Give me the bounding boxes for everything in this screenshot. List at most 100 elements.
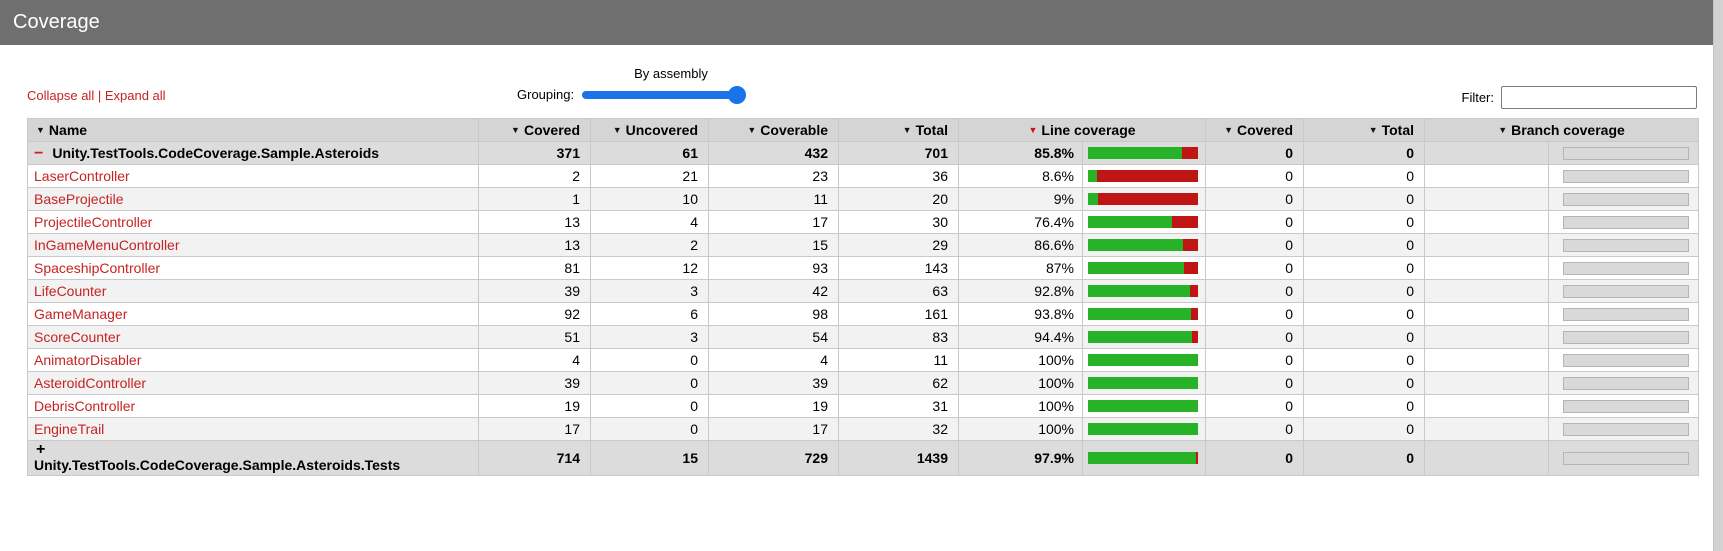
- class-link[interactable]: BaseProjectile: [34, 191, 124, 207]
- class-link[interactable]: EngineTrail: [34, 421, 104, 437]
- grouping-slider[interactable]: [582, 91, 742, 99]
- uncovered-bar-segment: [1098, 193, 1198, 205]
- line-coverage-bar: [1088, 452, 1198, 464]
- branch-coverage-bar: [1563, 262, 1689, 275]
- column-header-branch-coverage[interactable]: ▼Branch coverage: [1425, 119, 1699, 142]
- uncovered-bar-segment: [1192, 331, 1198, 343]
- table-row: AnimatorDisabler40411100%00: [28, 349, 1699, 372]
- line-coverage-bar: [1088, 423, 1198, 435]
- covered-cell: 92: [479, 303, 591, 326]
- line-coverage-percent-cell: 97.9%: [959, 441, 1083, 476]
- filter-control: Filter:: [1462, 86, 1698, 109]
- class-link[interactable]: ScoreCounter: [34, 329, 120, 345]
- branch-total-cell: 0: [1304, 142, 1425, 165]
- branch-coverage-percent-cell: [1425, 188, 1549, 211]
- links-separator: |: [98, 88, 105, 103]
- covered-bar-segment: [1088, 423, 1198, 435]
- column-header-line-coverage[interactable]: ▼Line coverage: [959, 119, 1206, 142]
- branch-total-cell: 0: [1304, 165, 1425, 188]
- line-coverage-bar: [1088, 400, 1198, 412]
- class-link[interactable]: ProjectileController: [34, 214, 152, 230]
- total-cell: 83: [839, 326, 959, 349]
- uncovered-cell: 0: [591, 372, 709, 395]
- filter-input[interactable]: [1501, 86, 1697, 109]
- branch-total-cell: 0: [1304, 326, 1425, 349]
- branch-coverage-percent-cell: [1425, 372, 1549, 395]
- column-header-covered[interactable]: ▼Covered: [479, 119, 591, 142]
- branch-coverage-bar: [1563, 331, 1689, 344]
- branch-coverage-bar-cell: [1549, 211, 1699, 234]
- branch-total-cell: 0: [1304, 257, 1425, 280]
- table-row: BaseProjectile11011209%00: [28, 188, 1699, 211]
- class-link[interactable]: AnimatorDisabler: [34, 352, 141, 368]
- column-header-branch-covered[interactable]: ▼Covered: [1206, 119, 1304, 142]
- class-link[interactable]: InGameMenuController: [34, 237, 180, 253]
- table-row: +Unity.TestTools.CodeCoverage.Sample.Ast…: [28, 441, 1699, 476]
- branch-coverage-bar: [1563, 147, 1689, 160]
- total-cell: 1439: [839, 441, 959, 476]
- line-coverage-bar-cell: [1083, 234, 1206, 257]
- line-coverage-bar-cell: [1083, 372, 1206, 395]
- sort-arrow-icon: ▼: [511, 125, 520, 135]
- expand-row-icon[interactable]: +: [36, 443, 478, 457]
- class-link[interactable]: DebrisController: [34, 398, 135, 414]
- class-link[interactable]: LifeCounter: [34, 283, 106, 299]
- class-link[interactable]: AsteroidController: [34, 375, 146, 391]
- branch-coverage-bar-cell: [1549, 395, 1699, 418]
- branch-covered-cell: 0: [1206, 257, 1304, 280]
- branch-coverage-percent-cell: [1425, 211, 1549, 234]
- uncovered-cell: 0: [591, 349, 709, 372]
- sort-arrow-icon: ▼: [1369, 125, 1378, 135]
- branch-coverage-percent-cell: [1425, 418, 1549, 441]
- name-cell: LaserController: [28, 165, 479, 188]
- line-coverage-bar: [1088, 239, 1198, 251]
- covered-cell: 714: [479, 441, 591, 476]
- branch-coverage-percent-cell: [1425, 142, 1549, 165]
- table-row: InGameMenuController132152986.6%00: [28, 234, 1699, 257]
- uncovered-cell: 0: [591, 418, 709, 441]
- expand-all-link[interactable]: Expand all: [105, 88, 166, 103]
- name-cell: AnimatorDisabler: [28, 349, 479, 372]
- branch-covered-cell: 0: [1206, 326, 1304, 349]
- column-header-uncovered[interactable]: ▼Uncovered: [591, 119, 709, 142]
- name-cell: ProjectileController: [28, 211, 479, 234]
- class-link[interactable]: SpaceshipController: [34, 260, 160, 276]
- covered-cell: 39: [479, 280, 591, 303]
- collapse-row-icon[interactable]: −: [34, 147, 43, 161]
- class-link[interactable]: GameManager: [34, 306, 127, 322]
- column-header-total[interactable]: ▼Total: [839, 119, 959, 142]
- line-coverage-bar-cell: [1083, 395, 1206, 418]
- table-row: DebrisController1901931100%00: [28, 395, 1699, 418]
- column-header-coverable[interactable]: ▼Coverable: [709, 119, 839, 142]
- name-cell: −Unity.TestTools.CodeCoverage.Sample.Ast…: [28, 142, 479, 165]
- line-coverage-percent-cell: 9%: [959, 188, 1083, 211]
- uncovered-bar-segment: [1191, 308, 1198, 320]
- line-coverage-bar: [1088, 377, 1198, 389]
- covered-bar-segment: [1088, 377, 1198, 389]
- line-coverage-bar: [1088, 216, 1198, 228]
- branch-covered-cell: 0: [1206, 418, 1304, 441]
- vertical-scrollbar[interactable]: [1713, 0, 1723, 551]
- class-link[interactable]: LaserController: [34, 168, 130, 184]
- line-coverage-percent-cell: 8.6%: [959, 165, 1083, 188]
- branch-coverage-bar: [1563, 308, 1689, 321]
- table-row: −Unity.TestTools.CodeCoverage.Sample.Ast…: [28, 142, 1699, 165]
- branch-coverage-percent-cell: [1425, 257, 1549, 280]
- covered-bar-segment: [1088, 354, 1198, 366]
- branch-covered-cell: 0: [1206, 395, 1304, 418]
- name-cell: EngineTrail: [28, 418, 479, 441]
- coverable-cell: 39: [709, 372, 839, 395]
- name-cell: DebrisController: [28, 395, 479, 418]
- collapse-all-link[interactable]: Collapse all: [27, 88, 94, 103]
- page-title: Coverage: [13, 11, 100, 34]
- line-coverage-bar-cell: [1083, 280, 1206, 303]
- grouping-slider-thumb[interactable]: [728, 86, 746, 104]
- branch-coverage-bar: [1563, 285, 1689, 298]
- column-header-branch-total[interactable]: ▼Total: [1304, 119, 1425, 142]
- sort-arrow-icon: ▼: [1498, 125, 1507, 135]
- column-header-name[interactable]: ▼Name: [28, 119, 479, 142]
- line-coverage-bar-cell: [1083, 211, 1206, 234]
- coverable-cell: 17: [709, 418, 839, 441]
- sort-arrow-icon: ▼: [36, 125, 45, 135]
- coverable-cell: 19: [709, 395, 839, 418]
